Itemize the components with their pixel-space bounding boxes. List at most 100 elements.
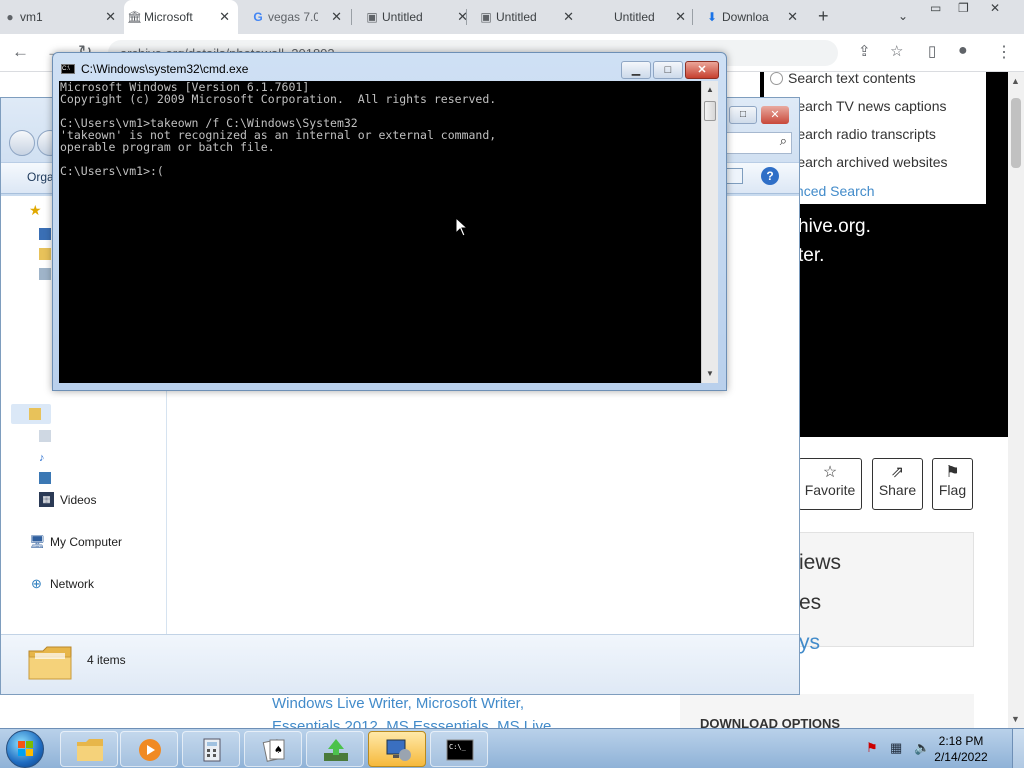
tab-untitled-3[interactable]: Untitled ✕ <box>594 0 694 34</box>
tab-close-icon[interactable]: ✕ <box>675 9 686 25</box>
sidebar-item-label: My Computer <box>50 534 123 549</box>
pictures-library-icon[interactable] <box>39 472 51 484</box>
bookmark-star-icon[interactable]: ☆ <box>890 42 903 60</box>
folder-icon: ▣ <box>480 10 492 24</box>
stat-reviews-link[interactable]: ys <box>799 631 820 655</box>
share-page-icon[interactable]: ⇪ <box>858 42 871 60</box>
cmd-window: C:\ C:\Windows\system32\cmd.exe ▁ □ ✕ Mi… <box>52 52 727 391</box>
explorer-back-icon[interactable] <box>9 130 35 156</box>
network-tray-icon[interactable]: ▦ <box>890 740 906 756</box>
tab-separator <box>466 9 467 25</box>
tab-vm1[interactable]: ● vm1 ✕ <box>0 0 124 34</box>
scroll-up-icon[interactable]: ▲ <box>1011 76 1020 86</box>
folder-icon <box>77 739 103 761</box>
cmd-maximize-button[interactable]: □ <box>653 61 683 79</box>
cmd-close-button[interactable]: ✕ <box>685 61 719 79</box>
subjects-list: Windows Live Writer, Microsoft Writer, E… <box>272 692 592 728</box>
share-button[interactable]: ⇗ Share <box>872 458 923 510</box>
desktop-icon[interactable] <box>39 228 51 240</box>
search-option-web[interactable]: Search archived websites <box>770 148 986 176</box>
tab-close-icon[interactable]: ✕ <box>563 9 574 25</box>
restore-icon[interactable]: ❐ <box>958 1 969 15</box>
download-options-header: DOWNLOAD OPTIONS <box>680 694 974 728</box>
taskbar-remote-desktop[interactable] <box>368 731 426 767</box>
new-tab-button[interactable]: + <box>818 6 829 27</box>
scroll-thumb[interactable] <box>1011 98 1021 168</box>
side-panel-icon[interactable]: ▯ <box>928 42 936 60</box>
system-clock[interactable]: 2:18 PM 2/14/2022 <box>926 733 996 765</box>
back-icon[interactable]: ← <box>12 42 29 62</box>
profile-avatar-icon[interactable]: ● <box>958 42 968 60</box>
search-option-text[interactable]: Search text contents <box>770 72 986 92</box>
tab-title: Microsoft <box>144 10 193 24</box>
cmd-minimize-button[interactable]: ▁ <box>621 61 651 79</box>
tab-vegas[interactable]: G vegas 7.0 ✕ <box>248 0 350 34</box>
tab-title: Untitled <box>382 10 423 24</box>
flag-icon: ⚑ <box>945 464 960 481</box>
scroll-thumb[interactable] <box>704 101 716 121</box>
subjects-line-2[interactable]: Essentials 2012, MS Esssentials, MS Live <box>272 715 592 728</box>
clock-time: 2:18 PM <box>938 734 984 748</box>
sidebar-item-my-computer[interactable]: 🖥 My Computer <box>29 534 122 549</box>
tab-search-icon[interactable]: ⌄ <box>898 9 908 23</box>
minimize-icon[interactable]: ▭ <box>930 1 941 15</box>
help-icon[interactable]: ? <box>761 167 779 185</box>
tab-untitled-1[interactable]: ▣ Untitled ✕ <box>362 0 476 34</box>
console-output[interactable]: Microsoft Windows [Version 6.1.7601] Cop… <box>59 81 701 383</box>
taskbar-download-manager[interactable] <box>306 731 364 767</box>
explorer-close-button[interactable]: ✕ <box>761 106 789 124</box>
media-player-icon <box>139 739 161 761</box>
flag-label: Flag <box>938 482 967 498</box>
console-line: Copyright (c) 2009 Microsoft Corporation… <box>60 92 497 106</box>
search-option-tv[interactable]: Search TV news captions <box>770 92 986 120</box>
preview-pane-icon[interactable] <box>725 168 743 184</box>
taskbar-cmd[interactable]: C:\_ <box>430 731 488 767</box>
scroll-up-icon[interactable]: ▲ <box>706 85 714 94</box>
tab-title: Untitled <box>496 10 537 24</box>
tab-microsoft[interactable]: 🏛 Microsoft ✕ <box>124 0 238 34</box>
menu-kebab-icon[interactable]: ⋮ <box>996 42 1012 62</box>
music-library-icon[interactable]: ♪ <box>39 452 51 464</box>
download-icon: ⬇ <box>706 10 718 24</box>
explorer-search-icon[interactable]: ⌕ <box>726 132 792 154</box>
tab-close-icon[interactable]: ✕ <box>787 9 798 25</box>
close-icon[interactable]: ✕ <box>990 1 1000 15</box>
cmd-scrollbar[interactable]: ▲ ▼ <box>701 81 718 383</box>
playing-cards-icon: ♠ <box>262 739 285 762</box>
archive-icon: 🏛 <box>127 10 143 24</box>
explorer-maximize-button[interactable]: □ <box>729 106 757 124</box>
tab-close-icon[interactable]: ✕ <box>219 9 230 25</box>
flag-button[interactable]: ⚑ Flag <box>932 458 973 510</box>
favorites-star-icon[interactable]: ★ <box>29 203 42 217</box>
cmd-window-title: C:\Windows\system32\cmd.exe <box>81 62 249 76</box>
tab-untitled-2[interactable]: ▣ Untitled ✕ <box>476 0 582 34</box>
show-desktop-button[interactable] <box>1012 729 1024 768</box>
stat-views: iews <box>799 551 842 574</box>
explorer-details-pane: 4 items <box>1 634 799 694</box>
taskbar-media-player[interactable] <box>120 731 178 767</box>
taskbar-calculator[interactable] <box>182 731 240 767</box>
action-center-alert-icon[interactable]: ⚑ <box>866 740 882 756</box>
favorite-button[interactable]: ☆ Favorite <box>798 458 862 510</box>
organize-button[interactable]: Orga <box>27 170 54 184</box>
sidebar-item-network[interactable]: ⊕ Network <box>29 576 94 591</box>
scroll-down-icon[interactable]: ▼ <box>1011 714 1020 724</box>
search-option-radio[interactable]: Search radio transcripts <box>770 120 986 148</box>
start-button[interactable] <box>6 730 44 768</box>
tab-download[interactable]: ⬇ Downloa ✕ <box>702 0 806 34</box>
tab-close-icon[interactable]: ✕ <box>105 9 116 25</box>
taskbar-explorer[interactable] <box>60 731 118 767</box>
tab-title: Downloa <box>722 10 769 24</box>
cmd-app-icon[interactable]: C:\ <box>61 64 75 74</box>
recent-places-icon[interactable] <box>39 268 51 280</box>
downloads-folder-icon[interactable] <box>39 248 51 260</box>
taskbar-solitaire[interactable]: ♠ <box>244 731 302 767</box>
sidebar-item-videos[interactable]: ▦ Videos <box>39 492 96 507</box>
scroll-down-icon[interactable]: ▼ <box>706 369 714 378</box>
tab-close-icon[interactable]: ✕ <box>331 9 342 25</box>
libraries-icon[interactable] <box>29 408 41 420</box>
documents-library-icon[interactable] <box>39 430 51 442</box>
subjects-line-1[interactable]: Windows Live Writer, Microsoft Writer, <box>272 692 592 715</box>
google-icon: G <box>253 10 263 24</box>
page-scrollbar[interactable]: ▲ ▼ <box>1008 72 1024 728</box>
